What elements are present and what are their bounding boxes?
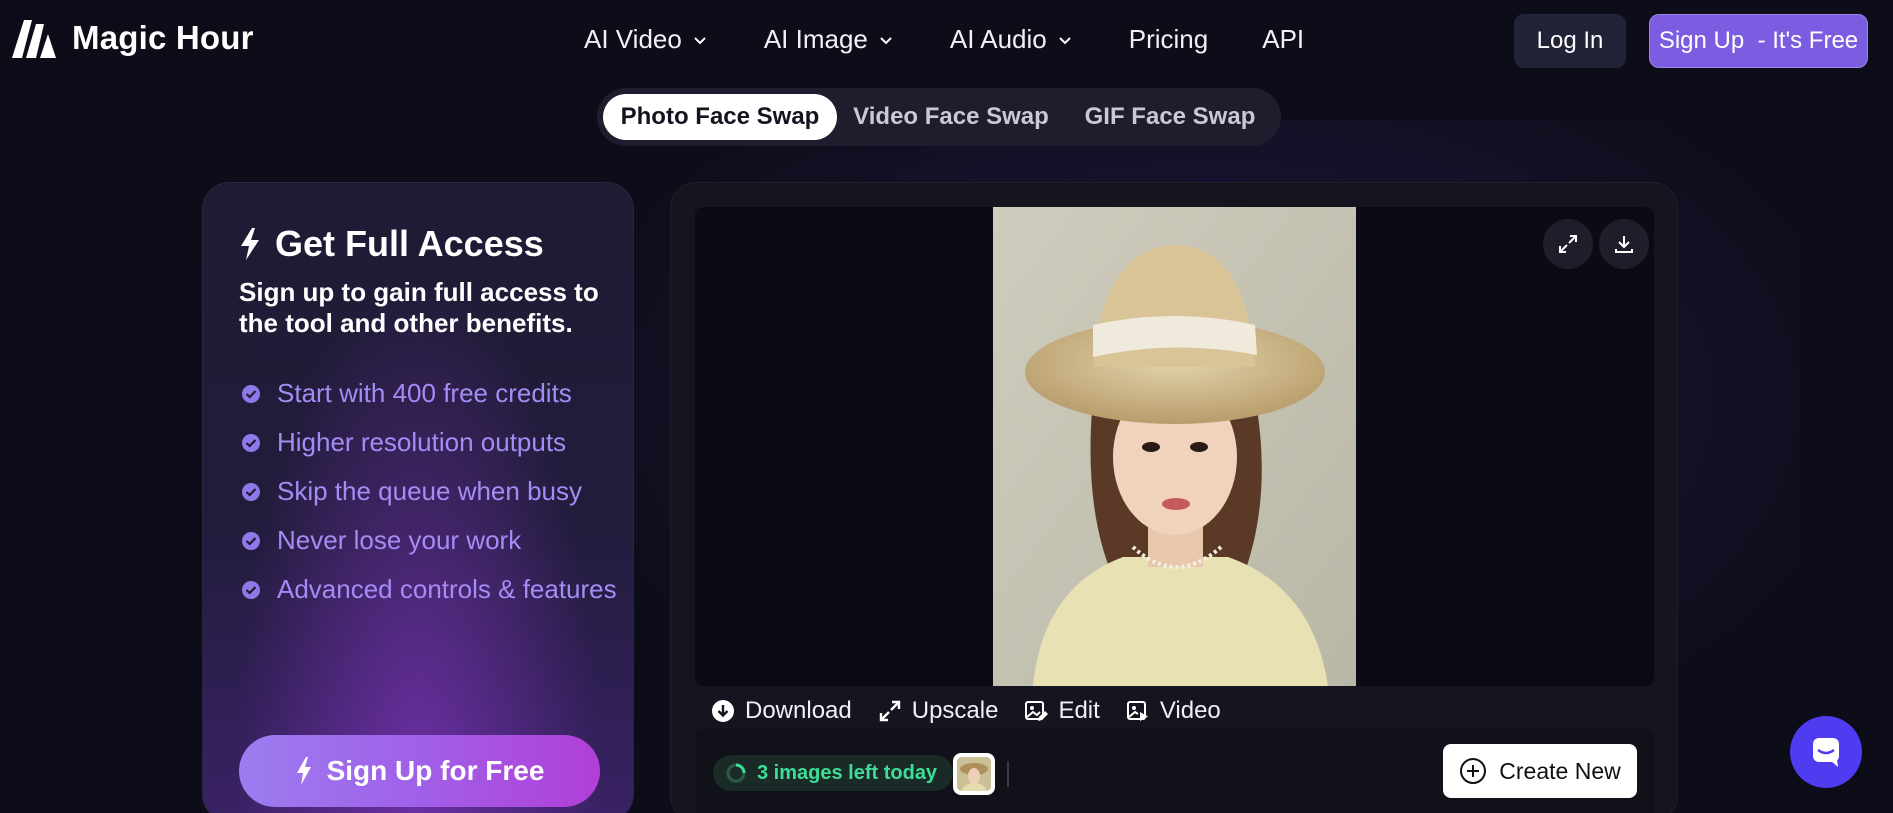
benefit-item: Higher resolution outputs <box>241 418 617 467</box>
nav-item-pricing[interactable]: Pricing <box>1129 24 1208 55</box>
nav-label: AI Image <box>763 24 868 54</box>
access-heading: Get Full Access <box>239 223 544 265</box>
generation-bar: 3 images left today Create New <box>695 729 1654 813</box>
nav-item-api[interactable]: API <box>1262 24 1304 55</box>
benefit-text: Higher resolution outputs <box>277 427 567 457</box>
portrait-photo <box>993 207 1356 686</box>
check-circle-icon <box>242 531 260 550</box>
divider <box>1007 761 1009 787</box>
loading-spinner-icon <box>726 763 746 783</box>
plus-circle-icon <box>1460 758 1487 784</box>
edit-label: Edit <box>1058 697 1100 724</box>
benefit-text: Advanced controls & features <box>277 574 617 604</box>
benefit-item: Never lose your work <box>241 516 617 565</box>
download-icon <box>1615 236 1633 253</box>
access-subtitle: Sign up to gain full access to the tool … <box>239 277 599 338</box>
benefit-text: Never lose your work <box>277 525 522 555</box>
quota-badge: 3 images left today <box>713 755 954 791</box>
edit-action[interactable]: Edit <box>1024 697 1100 725</box>
check-circle-icon <box>242 384 260 403</box>
chevron-down-icon <box>694 36 706 44</box>
tab-photo-face-swap[interactable]: Photo Face Swap <box>603 94 837 140</box>
quota-text: 3 images left today <box>757 761 938 784</box>
expand-icon <box>1559 235 1577 253</box>
magic-hour-logo-icon <box>12 20 56 58</box>
check-circle-icon <box>242 433 260 452</box>
top-navigation: Magic Hour AI Video AI Image AI Audio Pr… <box>0 0 1893 82</box>
chat-support-button[interactable] <box>1790 716 1862 788</box>
benefit-text: Skip the queue when busy <box>277 476 582 506</box>
video-action[interactable]: Video <box>1126 697 1221 725</box>
main-nav: AI Video AI Image AI Audio Pricing API <box>584 24 1358 55</box>
image-preview <box>695 207 1654 686</box>
edit-image-icon <box>1025 701 1049 721</box>
result-image <box>993 207 1356 686</box>
chevron-down-icon <box>1059 36 1071 44</box>
benefits-list: Start with 400 free credits Higher resol… <box>241 369 617 614</box>
signup-button[interactable]: Sign Up - It's Free <box>1649 14 1868 68</box>
download-circle-icon <box>712 700 734 722</box>
benefit-text: Start with 400 free credits <box>277 378 572 408</box>
nav-label: API <box>1262 24 1305 54</box>
chevron-down-icon <box>880 36 892 44</box>
nav-label: AI Video <box>584 24 682 54</box>
download-icon-button[interactable] <box>1599 219 1649 269</box>
benefit-item: Start with 400 free credits <box>241 369 617 418</box>
upscale-icon <box>879 700 900 722</box>
tab-gif-face-swap[interactable]: GIF Face Swap <box>1065 94 1275 140</box>
nav-item-ai-video[interactable]: AI Video <box>584 24 708 55</box>
thumbnail-image <box>957 757 991 791</box>
signup-free-button[interactable]: Sign Up for Free <box>239 735 600 807</box>
full-access-panel: Get Full Access Sign up to gain full acc… <box>202 182 634 813</box>
download-label: Download <box>745 697 852 724</box>
check-circle-icon <box>242 482 260 501</box>
result-actions: Download Upscale Edit Video <box>711 697 1247 725</box>
benefit-item: Skip the queue when busy <box>241 467 617 516</box>
tab-video-face-swap[interactable]: Video Face Swap <box>837 94 1065 140</box>
brand-name: Magic Hour <box>72 19 254 56</box>
lightning-icon <box>296 757 311 785</box>
video-label: Video <box>1159 697 1221 724</box>
access-title: Get Full Access <box>275 223 544 264</box>
create-new-button[interactable]: Create New <box>1443 744 1637 798</box>
brand-logo[interactable]: Magic Hour <box>10 16 254 60</box>
nav-item-ai-audio[interactable]: AI Audio <box>950 24 1073 55</box>
signup-free-label: Sign Up for Free <box>326 755 545 786</box>
image-to-video-icon <box>1126 701 1148 721</box>
history-thumbnail[interactable] <box>953 753 995 795</box>
face-swap-tabs: Photo Face Swap Video Face Swap GIF Face… <box>597 88 1281 146</box>
check-circle-icon <box>242 580 260 599</box>
result-panel: Download Upscale Edit Video 3 images lef… <box>670 182 1678 813</box>
chat-icon <box>1813 738 1839 767</box>
nav-label: Pricing <box>1128 24 1209 54</box>
upscale-label: Upscale <box>911 697 999 724</box>
nav-item-ai-image[interactable]: AI Image <box>764 24 894 55</box>
login-button[interactable]: Log In <box>1514 14 1626 68</box>
lightning-icon <box>241 228 259 260</box>
create-new-label: Create New <box>1499 757 1621 784</box>
fullscreen-button[interactable] <box>1543 219 1593 269</box>
download-action[interactable]: Download <box>711 697 852 725</box>
thumbnail-portrait <box>957 757 991 791</box>
nav-label: AI Audio <box>949 24 1047 54</box>
upscale-action[interactable]: Upscale <box>878 697 999 725</box>
benefit-item: Advanced controls & features <box>241 565 617 614</box>
